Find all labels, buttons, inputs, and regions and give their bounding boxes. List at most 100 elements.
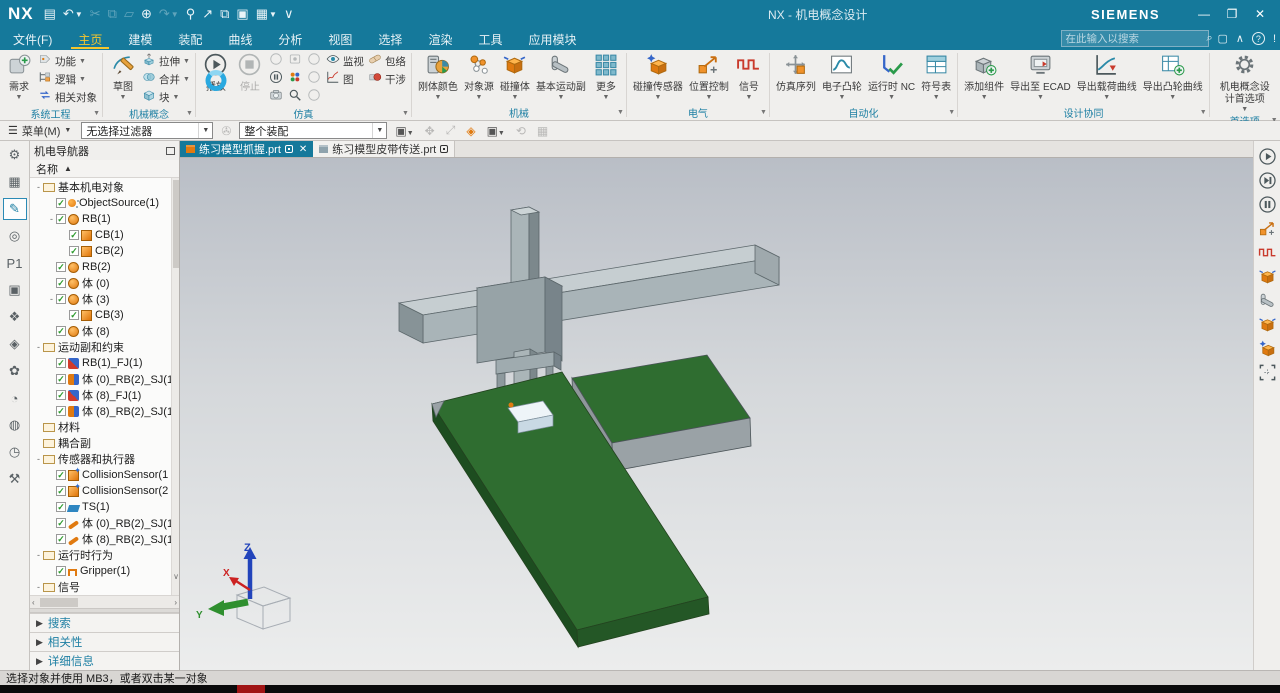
simulation-navigator-icon[interactable]: ✿ (4, 361, 26, 381)
undock-panel-icon[interactable] (166, 147, 175, 155)
step-icon[interactable] (1256, 170, 1278, 191)
dropdown-caret-icon[interactable]: ▼ (183, 76, 190, 83)
ribbon-button-导出载荷曲线[interactable]: 导出载荷曲线▼ (1074, 52, 1140, 101)
panel-section-搜索[interactable]: ▶搜索 (30, 613, 179, 632)
tree-checkbox[interactable]: ✓ (56, 262, 66, 272)
visual-reports-icon[interactable]: ❖ (4, 307, 26, 327)
ribbon-button-导出至 ECAD[interactable]: 导出至 ECAD▼ (1007, 52, 1074, 101)
ribbon-group-label-仿真[interactable]: 仿真▼ (197, 106, 410, 121)
ribbon-button-播放[interactable]: 播放 (199, 52, 233, 94)
expand-arrow-icon[interactable]: ▶ (36, 637, 43, 648)
dropdown-caret-icon[interactable]: ▼ (1169, 94, 1176, 101)
ribbon-button-对象源[interactable]: 对象源▼ (461, 52, 497, 101)
ribbon-tab-9[interactable]: 工具 (465, 28, 515, 50)
group-dialog-caret-icon[interactable]: ▼ (617, 109, 624, 116)
tree-row-体 (8)[interactable]: ✓体 (8) (30, 323, 179, 339)
part-navigator-icon[interactable]: ▣ (4, 280, 26, 300)
filter-cube-icon[interactable]: ▣▼ (485, 124, 507, 138)
tree-expander-icon[interactable]: - (34, 582, 43, 592)
tree-checkbox[interactable]: ✓ (56, 406, 66, 416)
ribbon-button-监视[interactable]: 监视 (324, 52, 366, 70)
tree-row-体 (0)_RB(2)_SJ(1)[interactable]: ✓体 (0)_RB(2)_SJ(1) (30, 371, 179, 387)
close-tab-icon[interactable]: ✕ (299, 144, 307, 155)
search-input[interactable] (1062, 33, 1203, 45)
help-icon[interactable]: ? (1252, 32, 1265, 45)
save-icon[interactable]: ▤ (44, 6, 56, 22)
tree-row-传感器和执行器[interactable]: -传感器和执行器 (30, 451, 179, 467)
dropdown-caret-icon[interactable]: ▼ (511, 94, 518, 101)
ribbon-button-需求[interactable]: 需求▼ (2, 52, 36, 101)
scroll-down-icon[interactable]: ∨ (172, 572, 179, 581)
ribbon-button-符号表[interactable]: 符号表▼ (918, 52, 954, 101)
collision-body-alt-icon[interactable] (1256, 314, 1278, 335)
ribbon-group-label-系统工程[interactable]: 系统工程▼ (0, 106, 101, 121)
tree-checkbox[interactable]: ✓ (56, 374, 66, 384)
microphone-icon[interactable]: ⚲ (186, 6, 196, 22)
tree-checkbox[interactable]: ✓ (56, 390, 66, 400)
ribbon-tab-0[interactable]: 文件(F) (0, 28, 65, 50)
ribbon-button-逻辑[interactable]: 逻辑▼ (36, 70, 99, 88)
dropdown-caret-icon[interactable]: ▼ (933, 94, 940, 101)
ribbon-collapse-icon[interactable]: ∨ (284, 6, 294, 22)
dropdown-caret-icon[interactable]: ▼ (16, 94, 23, 101)
group-dialog-caret-icon[interactable]: ▼ (760, 109, 767, 116)
playback-options-icon[interactable] (288, 70, 302, 89)
ribbon-button-导出凸轮曲线[interactable]: 导出凸轮曲线▼ (1140, 52, 1206, 101)
roles-gear-icon[interactable]: ⚙ (4, 145, 26, 165)
tree-row-CB(1)[interactable]: ✓CB(1) (30, 227, 179, 243)
part-tab-0[interactable]: 练习模型抓握.prt✕ (180, 141, 313, 157)
tree-expander-icon[interactable]: - (34, 454, 43, 464)
dropdown-caret-icon[interactable]: ▼ (1103, 94, 1110, 101)
3d-scene[interactable]: Z X Y (180, 158, 1253, 670)
tree-row-体 (0)[interactable]: ✓体 (0) (30, 275, 179, 291)
tree-checkbox[interactable]: ✓ (56, 198, 66, 208)
web-browser-icon[interactable]: ◍ (4, 415, 26, 435)
cut-icon[interactable]: ✂ (90, 6, 101, 22)
ribbon-button-停止[interactable]: 停止 (233, 52, 267, 94)
gantry-carriage[interactable] (477, 277, 562, 363)
tree-checkbox[interactable]: ✓ (56, 502, 66, 512)
group-dialog-caret-icon[interactable]: ▼ (93, 110, 100, 117)
tree-row-体 (8)_RB(2)_SJ(1)[interactable]: ✓体 (8)_RB(2)_SJ(1) (30, 403, 179, 419)
menu-button[interactable]: ☰ 菜单(M) ▼ (4, 123, 75, 139)
collision-body-icon[interactable] (1256, 266, 1278, 287)
command-search[interactable]: ⌕ (1061, 30, 1209, 47)
tree-row-材料[interactable]: 材料 (30, 419, 179, 435)
ribbon-button-碰撞传感器[interactable]: 碰撞传感器▼ (630, 52, 686, 101)
ribbon-button-电子凸轮[interactable]: 电子凸轮▼ (819, 52, 865, 101)
ribbon-button-机电概念设计首选项[interactable]: 机电概念设计首选项▼ (1213, 52, 1277, 113)
dropdown-caret-icon[interactable]: ▼ (557, 94, 564, 101)
minimize-button[interactable]: — (1190, 3, 1218, 25)
ribbon-button-功能[interactable]: 功能▼ (36, 52, 99, 70)
dropdown-caret-icon[interactable]: ▼ (838, 94, 845, 101)
dropdown-caret-icon[interactable]: ▼ (79, 58, 86, 65)
tree-checkbox[interactable]: ✓ (56, 486, 66, 496)
copy-icon[interactable]: ⧉ (108, 6, 117, 22)
group-dialog-caret-icon[interactable]: ▼ (948, 109, 955, 116)
expand-arrow-icon[interactable]: ▶ (36, 656, 43, 667)
redo-icon[interactable]: ↷▼ (159, 6, 179, 22)
tree-row-体 (8)_RB(2)_SJ(1)[interactable]: ✓体 (8)_RB(2)_SJ(1) (30, 531, 179, 547)
dropdown-caret-icon[interactable]: ▼ (981, 94, 988, 101)
tree-horizontal-scrollbar[interactable]: ‹ › (30, 595, 179, 608)
assembly-navigator-icon[interactable]: ▦ (4, 172, 26, 192)
dropdown-caret-icon[interactable]: ▼ (602, 94, 609, 101)
tree-row-信号[interactable]: -信号 (30, 579, 179, 595)
ribbon-button-干涉[interactable]: 干涉 (366, 70, 408, 88)
dropdown-caret-icon[interactable]: ▼ (75, 10, 83, 19)
ribbon-tab-4[interactable]: 曲线 (215, 28, 265, 50)
tree-row-TS(1)[interactable]: ✓TS(1) (30, 499, 179, 515)
pause-icon[interactable] (1256, 194, 1278, 215)
ribbon-button-信号[interactable]: 信号▼ (732, 52, 766, 101)
ribbon-button-草图[interactable]: 草图▼ (106, 52, 140, 101)
ribbon-button-图[interactable]: 图 (324, 70, 366, 88)
dropdown-caret-icon[interactable]: ▼ (120, 94, 127, 101)
tree-row-ObjectSource(1)[interactable]: ✓ObjectSource(1) (30, 195, 179, 211)
tree-checkbox[interactable]: ✓ (56, 566, 66, 576)
tree-row-CollisionSensor(2[interactable]: ✓CollisionSensor(2 (30, 483, 179, 499)
usage-pie-icon[interactable]: ◔ (4, 388, 26, 408)
tree-checkbox[interactable]: ✓ (56, 294, 66, 304)
ribbon-button-碰撞体[interactable]: 碰撞体▼ (497, 52, 533, 101)
tree-expander-icon[interactable]: - (47, 294, 56, 304)
dropdown-caret-icon[interactable]: ▼ (269, 10, 277, 19)
